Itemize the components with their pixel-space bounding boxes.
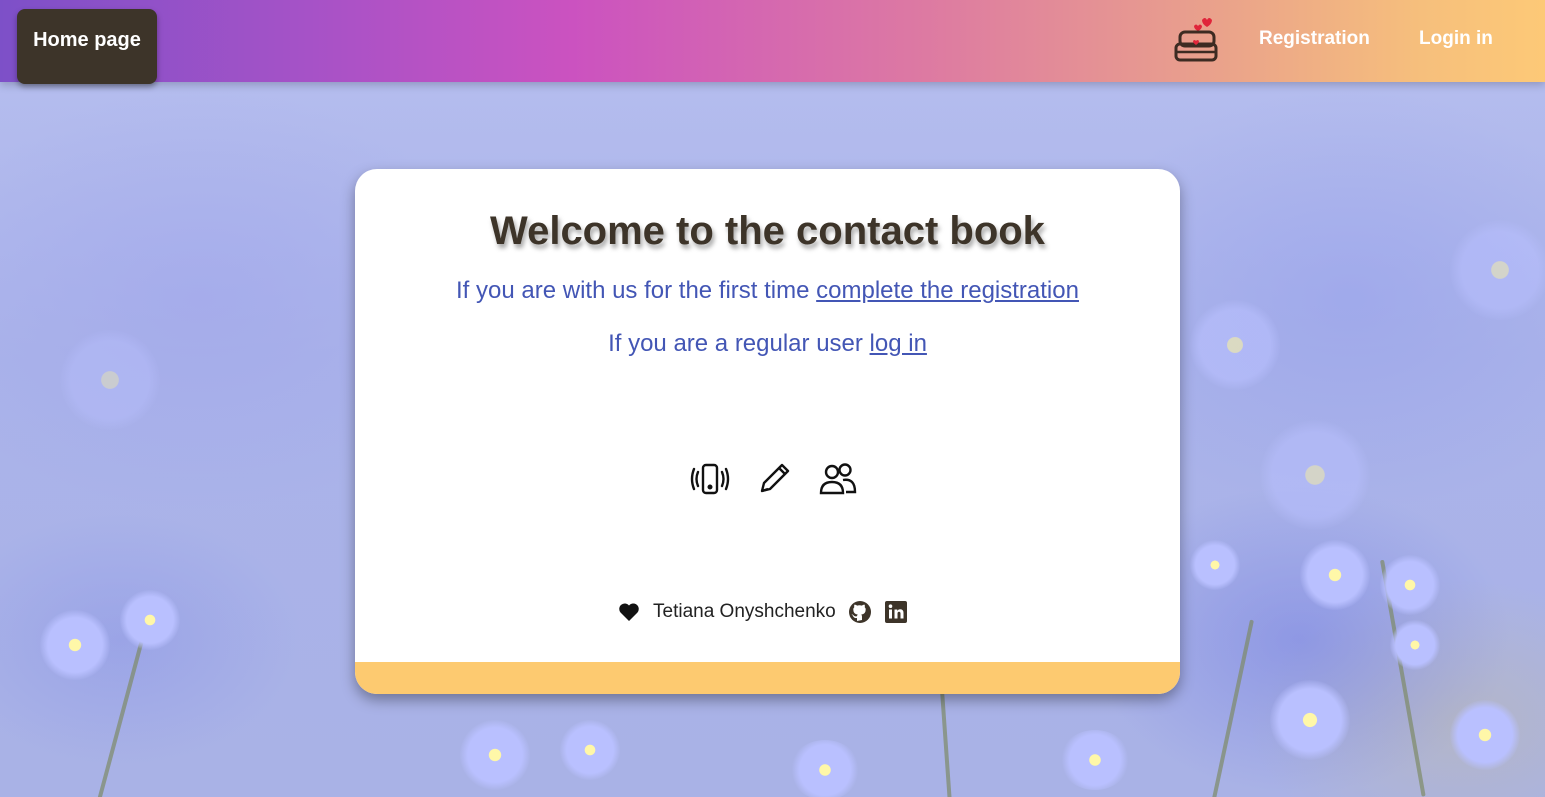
first-time-text: If you are with us for the first time — [456, 277, 817, 304]
pencil-icon — [760, 463, 790, 493]
contact-book-heart-icon[interactable] — [1172, 14, 1220, 64]
regular-user-text: If you are a regular user — [608, 330, 870, 357]
first-time-message: If you are with us for the first time co… — [355, 277, 1180, 305]
welcome-card: Welcome to the contact book If you are w… — [355, 169, 1180, 694]
login-link[interactable]: log in — [870, 330, 927, 357]
complete-registration-link[interactable]: complete the registration — [816, 277, 1079, 304]
nav-login-link[interactable]: Login in — [1419, 28, 1493, 50]
card-bottom-bar — [355, 662, 1180, 694]
author-name: Tetiana Onyshchenko — [653, 601, 836, 622]
author-footer: Tetiana Onyshchenko — [617, 597, 908, 627]
home-page-button[interactable]: Home page — [17, 9, 157, 84]
feature-icons — [690, 459, 858, 499]
users-icon — [819, 463, 857, 495]
nav-registration-link[interactable]: Registration — [1259, 28, 1370, 50]
github-icon[interactable] — [848, 600, 872, 624]
page-title: Welcome to the contact book — [490, 209, 1045, 253]
regular-user-message: If you are a regular user log in — [355, 330, 1180, 358]
heart-icon — [619, 603, 639, 621]
top-navbar: Home page Registration Login in — [0, 0, 1545, 84]
linkedin-icon[interactable] — [884, 600, 908, 624]
vibrating-phone-icon — [690, 463, 730, 495]
